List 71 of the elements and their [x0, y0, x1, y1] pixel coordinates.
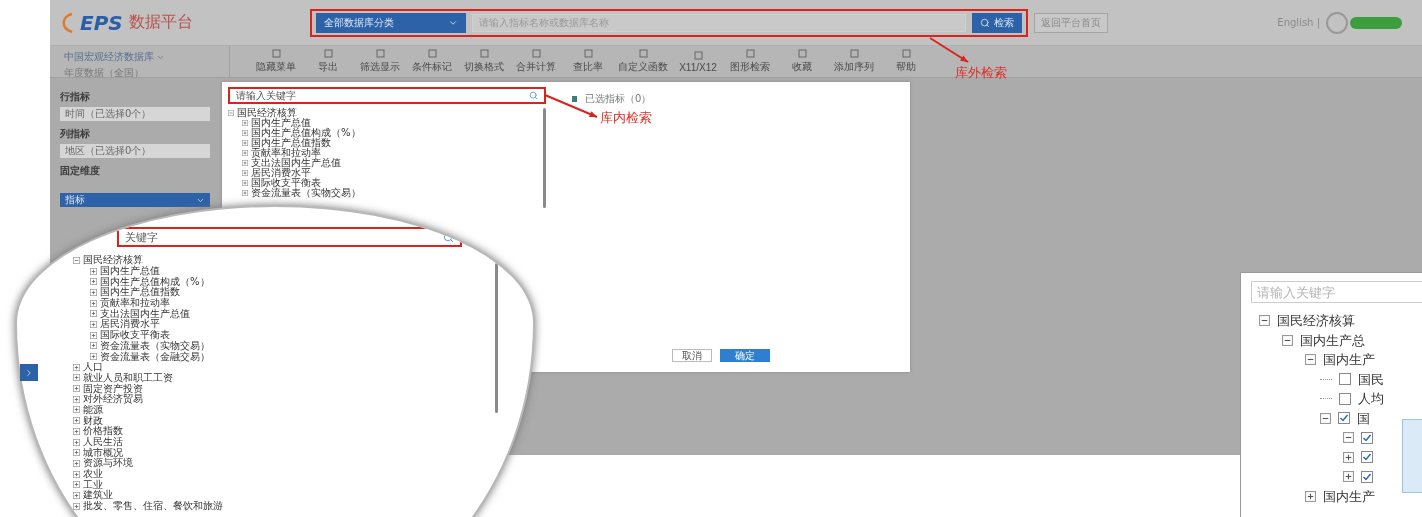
- tree-item-label[interactable]: 国内生产总: [1300, 333, 1365, 347]
- tree-item-label[interactable]: 支出法国内生产总值: [100, 308, 190, 319]
- toolbar-button[interactable]: 合并计算: [512, 49, 560, 74]
- tree-item-label[interactable]: 能源: [83, 404, 103, 415]
- tree-item-label[interactable]: 资金流量表（实物交易）: [251, 188, 361, 198]
- annotation-label: 库内检索: [600, 109, 652, 127]
- tree-search-field[interactable]: 关键字: [117, 227, 462, 247]
- tree-item-label[interactable]: 国内生产总值: [100, 266, 160, 277]
- tree-item-label[interactable]: 国民: [1358, 372, 1384, 386]
- annotation-label: 库外检索: [955, 64, 1007, 82]
- keyword-field[interactable]: 请输入关键字: [1251, 281, 1422, 303]
- toolbar-button[interactable]: 收藏: [778, 49, 826, 74]
- dimension-select[interactable]: 地区（已选择0个）: [60, 144, 210, 158]
- tree-item-label[interactable]: 贡献率和拉动率: [100, 298, 170, 309]
- dimension-select[interactable]: 指标: [60, 193, 210, 207]
- logo-text: 数据平台: [128, 12, 193, 33]
- tree-item-label[interactable]: 居民消费水平: [100, 319, 160, 330]
- cancel-button[interactable]: 取消: [672, 349, 712, 362]
- tree-item-label[interactable]: 人口: [83, 362, 103, 373]
- toolbar-button[interactable]: 添加序列: [830, 49, 878, 74]
- tree-item-label[interactable]: 人均: [1358, 392, 1384, 406]
- toolbar-button[interactable]: 帮助: [882, 49, 930, 74]
- tree-item-label[interactable]: 价格指数: [83, 426, 123, 437]
- selected-title: 已选指标（0）: [585, 92, 652, 106]
- tree-item-label[interactable]: 贡献率和拉动率: [251, 148, 321, 158]
- tree-item-label[interactable]: 国内生产总值: [251, 118, 311, 128]
- tree-item-label[interactable]: 国: [1357, 411, 1370, 425]
- tree-item-label[interactable]: 国际收支平衡表: [251, 178, 321, 188]
- toolbar-button[interactable]: 筛选显示: [356, 49, 404, 74]
- tree-item-label[interactable]: 工业: [83, 479, 103, 490]
- toolbar-button[interactable]: 查比率: [564, 49, 612, 74]
- tree-item-label[interactable]: 国民经济核算: [237, 108, 297, 118]
- tree-item-label[interactable]: 国际收支平衡表: [100, 330, 170, 341]
- tree-item-label[interactable]: 国民经济核算: [83, 255, 143, 266]
- tree-item-label[interactable]: 国民经济核算: [1277, 314, 1355, 328]
- tree-search-field[interactable]: 请输入关键字: [228, 87, 546, 104]
- tree-item-label[interactable]: 人民生活: [83, 437, 123, 448]
- toolbar-button[interactable]: 切换格式: [460, 49, 508, 74]
- tree-item-label[interactable]: 资源与环境: [83, 458, 133, 469]
- toolbar-button[interactable]: 导出: [304, 49, 352, 74]
- tree-item-label[interactable]: 国内生产: [1323, 353, 1375, 367]
- toolbar-button[interactable]: 隐藏菜单: [252, 49, 300, 74]
- tree-item-label[interactable]: 国内生产: [1323, 489, 1375, 503]
- toolbar-button[interactable]: 图形检索: [726, 49, 774, 74]
- category-dropdown[interactable]: 全部数据库分类: [316, 12, 466, 33]
- tree-item-label[interactable]: 城市概况: [83, 447, 123, 458]
- tree-item-label[interactable]: 国内生产总值构成（%）: [251, 128, 361, 138]
- tree-item-label[interactable]: 国内生产总值构成（%）: [100, 276, 210, 287]
- tree-item-label[interactable]: 资金流量表（实物交易）: [100, 340, 210, 351]
- tree-item-label[interactable]: 资金流量表（金融交易）: [100, 351, 210, 362]
- tree-item-label[interactable]: 国内生产总值指数: [100, 287, 180, 298]
- logo-mark: EPS: [80, 10, 123, 35]
- field-label: 行指标: [60, 90, 91, 104]
- tree-item-label[interactable]: 固定资产投资: [83, 383, 143, 394]
- tree-item-label[interactable]: 居民消费水平: [251, 168, 311, 178]
- tree-item-label[interactable]: 对外经济贸易: [83, 394, 143, 405]
- field-label: 固定维度: [60, 164, 101, 178]
- search-button[interactable]: 检索: [972, 12, 1022, 33]
- tree-item-label[interactable]: 国内生产总值指数: [251, 138, 331, 148]
- tree-item-label[interactable]: 建筑业: [83, 490, 113, 501]
- tree-item-label[interactable]: 支出法国内生产总值: [251, 158, 341, 168]
- tree-item-label[interactable]: 就业人员和职工工资: [83, 372, 173, 383]
- tree-item-label[interactable]: 财政: [83, 415, 103, 426]
- toolbar-button[interactable]: X11/X12: [674, 50, 722, 73]
- tree-item-label[interactable]: 农业: [83, 469, 103, 480]
- confirm-button[interactable]: 确定: [720, 349, 770, 362]
- dimension-select[interactable]: 时间（已选择0个）: [60, 107, 210, 121]
- toolbar-button[interactable]: 条件标记: [408, 49, 456, 74]
- tree-item-label[interactable]: 批发、零售、住宿、餐饮和旅游: [83, 501, 223, 512]
- field-label: 列指标: [60, 127, 91, 141]
- toolbar-button[interactable]: 自定义函数: [616, 49, 670, 74]
